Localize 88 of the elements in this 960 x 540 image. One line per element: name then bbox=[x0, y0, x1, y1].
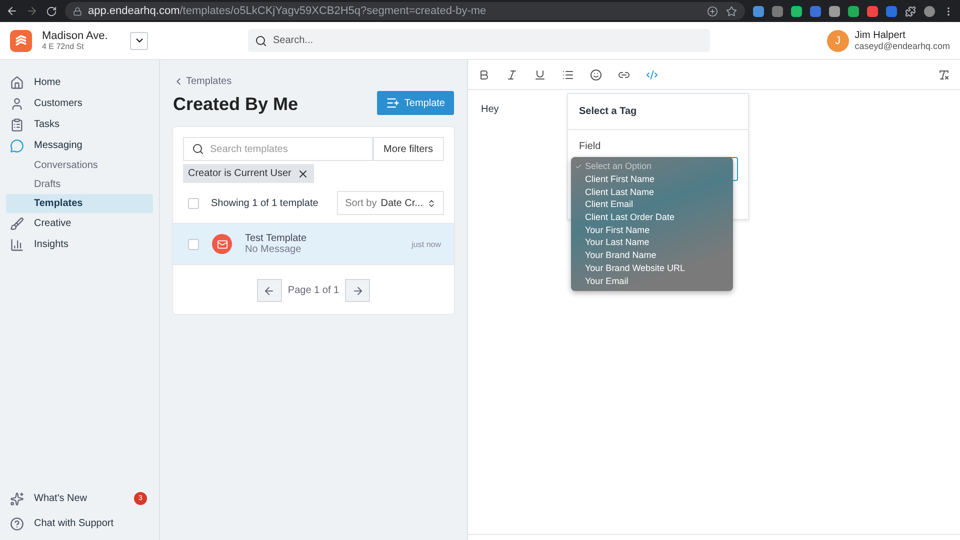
checkbox[interactable] bbox=[188, 238, 199, 250]
location-address: 4 E 72nd St bbox=[42, 42, 85, 51]
star-icon[interactable] bbox=[726, 6, 737, 16]
mail-icon bbox=[212, 234, 232, 254]
extension-icon[interactable] bbox=[810, 6, 821, 16]
check-icon bbox=[575, 162, 582, 170]
checkbox[interactable] bbox=[188, 198, 199, 208]
menu-option[interactable]: Select an Option bbox=[571, 160, 733, 173]
popover-title: Select a Tag bbox=[568, 94, 748, 130]
menu-option[interactable]: Client Email bbox=[571, 198, 733, 211]
search-templates-field[interactable]: Search templates bbox=[183, 137, 373, 161]
footer-link[interactable]: Chat with Support bbox=[6, 513, 153, 534]
list-plus-icon bbox=[386, 96, 400, 110]
nav-item[interactable]: Insights bbox=[6, 234, 153, 255]
template-title: Test Template bbox=[245, 233, 307, 244]
page-title: Created By Me bbox=[173, 94, 298, 115]
extension-icon[interactable] bbox=[886, 6, 897, 16]
user-email: caseyd@endearhq.com bbox=[854, 41, 950, 51]
nav-subitem[interactable]: Templates bbox=[6, 194, 153, 213]
clear-format-icon[interactable] bbox=[938, 68, 950, 80]
next-button[interactable] bbox=[345, 279, 370, 302]
clipboard-icon bbox=[10, 118, 24, 132]
back-link[interactable]: Templates bbox=[173, 76, 232, 87]
timestamp: just now bbox=[412, 240, 441, 248]
location-dropdown[interactable] bbox=[130, 32, 148, 50]
bold-icon[interactable] bbox=[478, 68, 490, 80]
nav-item[interactable]: Creative bbox=[6, 213, 153, 234]
menu-option[interactable]: Client Last Name bbox=[571, 185, 733, 198]
page-label: Page 1 of 1 bbox=[288, 285, 340, 296]
menu-option[interactable]: Your Last Name bbox=[571, 236, 733, 249]
user-name: Jim Halpert bbox=[854, 30, 906, 41]
extension-icon[interactable] bbox=[867, 6, 878, 16]
url-text: app.endearhq.com/templates/o5LkCKjYagv59XCB2H5q?segment=created-by-me bbox=[88, 5, 486, 17]
menu-option[interactable]: Your Brand Website URL bbox=[571, 262, 733, 274]
template-subtitle: No Message bbox=[245, 244, 302, 255]
more-filters-button[interactable]: More filters bbox=[372, 137, 444, 161]
nav-item[interactable]: Home bbox=[6, 72, 153, 93]
message-text: Hey bbox=[481, 104, 499, 115]
extension-icon[interactable] bbox=[753, 6, 764, 16]
back-icon[interactable] bbox=[6, 5, 18, 17]
nav-subitem[interactable]: Drafts bbox=[6, 175, 153, 194]
menu-option[interactable]: Client Last Order Date bbox=[571, 210, 733, 224]
house-icon bbox=[10, 76, 24, 90]
nav-item[interactable]: Customers bbox=[6, 93, 153, 114]
menu-option[interactable]: Your Brand Name bbox=[571, 248, 733, 262]
close-icon[interactable] bbox=[297, 168, 310, 180]
forward-icon[interactable] bbox=[26, 5, 38, 17]
sparkles-icon bbox=[10, 492, 24, 506]
arrow-right-icon bbox=[352, 284, 364, 296]
menu-option[interactable]: Client First Name bbox=[571, 172, 733, 186]
sort-dropdown[interactable]: Sort by Date Cr... bbox=[337, 191, 444, 215]
add-icon[interactable] bbox=[707, 6, 718, 16]
menu-option[interactable]: Your First Name bbox=[571, 223, 733, 236]
help-icon bbox=[10, 516, 24, 530]
puzzle-icon[interactable] bbox=[905, 6, 916, 16]
arrow-left-icon bbox=[263, 284, 276, 296]
person-icon bbox=[10, 96, 24, 110]
up-down-chevron-icon bbox=[427, 198, 436, 208]
chat-bubble-icon bbox=[10, 138, 24, 152]
logo-icon bbox=[10, 30, 32, 52]
filter-chip[interactable]: Creator is Current User bbox=[183, 164, 314, 183]
extension-icon[interactable] bbox=[829, 6, 840, 16]
menu-option[interactable]: Your Email bbox=[571, 274, 733, 287]
field-label: Field bbox=[578, 140, 602, 154]
underline-icon[interactable] bbox=[534, 68, 546, 80]
template-row[interactable]: Test Template No Message just now bbox=[173, 223, 454, 265]
extension-icon[interactable] bbox=[848, 6, 859, 16]
brush-icon bbox=[10, 216, 24, 230]
bar-chart-icon bbox=[10, 238, 24, 252]
new-template-button[interactable]: Template bbox=[377, 91, 454, 115]
address-bar[interactable]: app.endearhq.com/templates/o5LkCKjYagv59XCB2H5q?segment=created-by-me bbox=[65, 2, 745, 20]
result-count: Showing 1 of 1 template bbox=[211, 198, 318, 208]
nav-item[interactable]: Messaging bbox=[6, 135, 153, 156]
previous-button[interactable] bbox=[256, 279, 282, 302]
search-icon bbox=[255, 34, 267, 46]
extension-icon[interactable] bbox=[791, 6, 802, 16]
extension-icon[interactable] bbox=[772, 6, 783, 16]
italic-icon[interactable] bbox=[506, 68, 518, 80]
reload-icon[interactable] bbox=[46, 6, 57, 16]
lock-icon bbox=[73, 6, 82, 16]
search-field[interactable]: Search... bbox=[248, 29, 710, 52]
search-icon bbox=[192, 143, 204, 155]
profile-avatar[interactable] bbox=[924, 6, 935, 16]
smiley-icon[interactable] bbox=[590, 68, 602, 80]
code-icon[interactable] bbox=[646, 68, 658, 80]
location-name: Madison Ave. bbox=[42, 30, 109, 42]
nav-item[interactable]: Tasks bbox=[6, 114, 153, 135]
nav-subitem[interactable]: Conversations bbox=[6, 156, 153, 175]
